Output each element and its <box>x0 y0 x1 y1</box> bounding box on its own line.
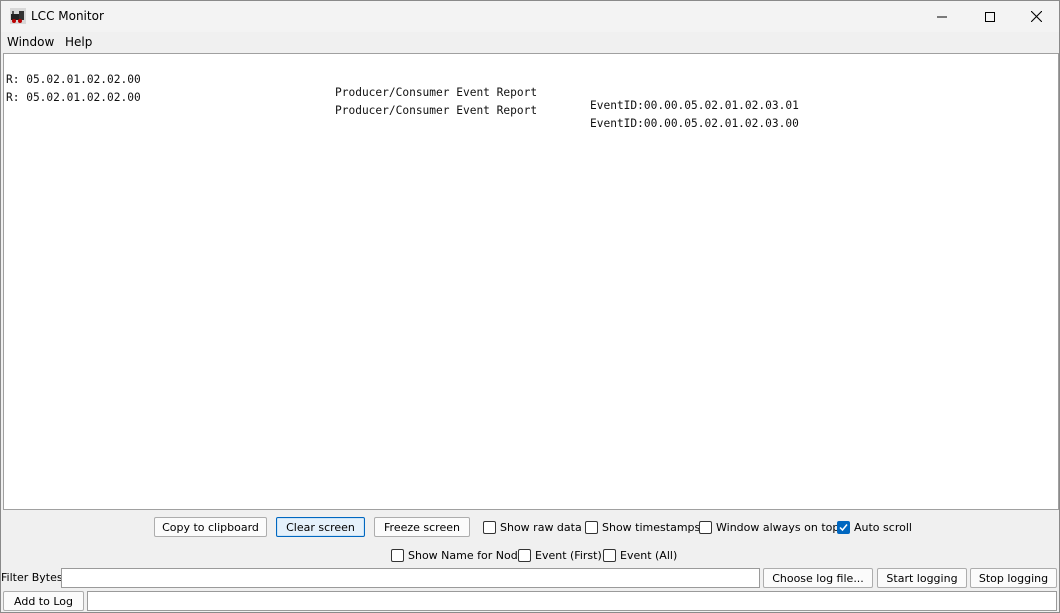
show-name-for-node-checkbox[interactable]: Show Name for Node <box>391 547 524 563</box>
log-source-node: R: 05.02.01.02.02.00 <box>6 91 141 104</box>
filter-bytes-label: Filter Bytes: <box>1 571 67 584</box>
copy-to-clipboard-button[interactable]: Copy to clipboard <box>154 517 267 537</box>
close-icon <box>1030 11 1042 22</box>
event-all-label: Event (All) <box>620 548 678 562</box>
show-timestamps-checkbox[interactable]: Show timestamps <box>585 519 700 535</box>
start-logging-button[interactable]: Start logging <box>877 568 967 588</box>
checkbox-box <box>518 548 531 562</box>
event-all-checkbox[interactable]: Event (All) <box>603 547 677 563</box>
maximize-icon <box>985 11 995 22</box>
auto-scroll-label: Auto scroll <box>854 520 912 534</box>
freeze-screen-button[interactable]: Freeze screen <box>374 517 470 537</box>
menu-bar: Window Help <box>1 32 1059 53</box>
choose-log-file-button[interactable]: Choose log file... <box>763 568 873 588</box>
window-title: LCC Monitor <box>31 9 104 23</box>
log-event-id: EventID:00.00.05.02.01.02.03.01 <box>590 99 799 112</box>
close-button[interactable] <box>1013 1 1059 32</box>
minimize-button[interactable] <box>919 1 965 32</box>
show-raw-data-checkbox[interactable]: Show raw data <box>483 519 582 535</box>
locomotive-app-icon <box>10 8 26 24</box>
log-line: R: 05.02.01.02.02.00 Producer/Consumer E… <box>6 78 799 143</box>
filter-bytes-input[interactable] <box>61 568 760 588</box>
checkbox-box <box>483 520 496 534</box>
maximize-button[interactable] <box>967 1 1013 32</box>
menu-window[interactable]: Window <box>7 35 54 49</box>
add-to-log-button[interactable]: Add to Log <box>3 591 84 611</box>
menu-help[interactable]: Help <box>65 35 92 49</box>
checkbox-box <box>603 548 616 562</box>
stop-logging-button[interactable]: Stop logging <box>970 568 1057 588</box>
minimize-icon <box>937 16 947 17</box>
show-raw-data-label: Show raw data <box>500 520 582 534</box>
auto-scroll-checkbox[interactable]: Auto scroll <box>837 519 912 535</box>
log-output-area[interactable]: R: 05.02.01.02.02.00 Producer/Consumer E… <box>3 53 1059 510</box>
checkbox-box <box>585 520 598 534</box>
checkmark-icon <box>839 523 848 531</box>
add-to-log-input[interactable] <box>87 591 1057 611</box>
checkbox-box <box>391 548 404 562</box>
show-name-for-node-label: Show Name for Node <box>408 548 525 562</box>
checkbox-box <box>699 520 712 534</box>
lcc-monitor-window: LCC Monitor Window Help R: 05.02.01.02.0… <box>0 0 1060 613</box>
log-event-id: EventID:00.00.05.02.01.02.03.00 <box>590 117 799 130</box>
event-first-label: Event (First) <box>535 548 602 562</box>
event-first-checkbox[interactable]: Event (First) <box>518 547 602 563</box>
window-always-on-top-label: Window always on top <box>716 520 840 534</box>
clear-screen-button[interactable]: Clear screen <box>276 517 365 537</box>
window-always-on-top-checkbox[interactable]: Window always on top <box>699 519 839 535</box>
title-bar[interactable]: LCC Monitor <box>1 1 1059 32</box>
checkbox-box-checked <box>837 520 850 534</box>
log-message: Producer/Consumer Event Report <box>335 104 538 117</box>
log-message: Producer/Consumer Event Report <box>335 86 538 99</box>
show-timestamps-label: Show timestamps <box>602 520 701 534</box>
